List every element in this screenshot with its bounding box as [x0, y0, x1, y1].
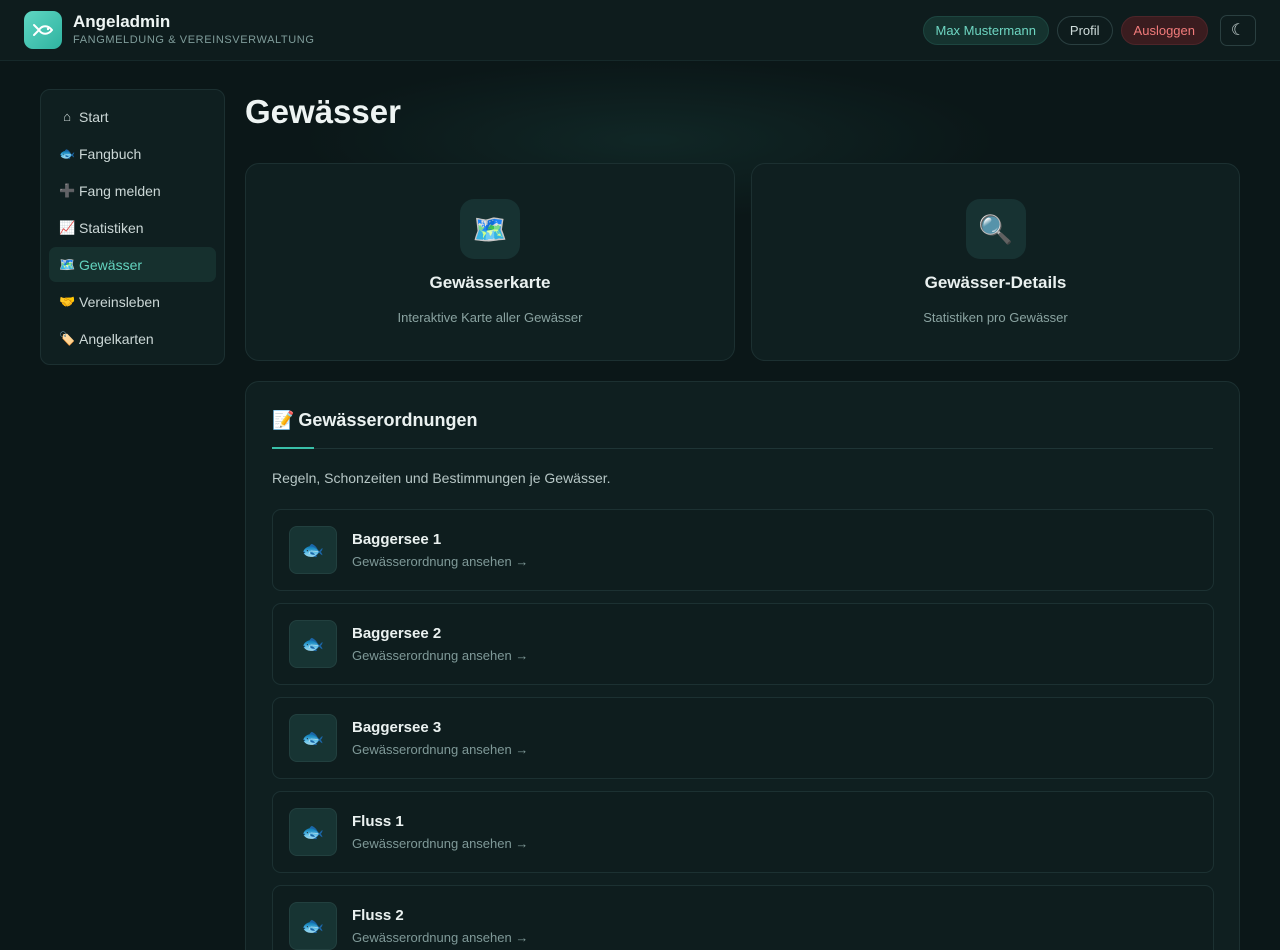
map-icon: 🗺️ [59, 256, 76, 272]
card-subtitle: Interaktive Karte aller Gewässer [397, 310, 583, 325]
list-item[interactable]: 🐟 Fluss 2 Gewässerordnung ansehen → [272, 885, 1214, 950]
water-name: Baggersee 1 [352, 531, 442, 548]
fish-icon: 🐟 [59, 145, 76, 161]
top-bar: Angeladmin FANGMELDUNG & VEREINSVERWALTU… [0, 0, 1280, 61]
fish-icon: 🐟 [289, 808, 337, 856]
sidebar-item-vereinsleben[interactable]: 🤝 Vereinsleben [49, 284, 216, 319]
fish-icon: 🐟 [289, 714, 337, 762]
fish-icon: 🐟 [289, 620, 337, 668]
section-description: Regeln, Schonzeiten und Bestimmungen je … [272, 470, 611, 486]
theme-toggle-button[interactable]: ☾ [1220, 14, 1256, 46]
water-name: Baggersee 3 [352, 719, 442, 736]
card-gewaesser-details[interactable]: 🔍 Gewässer-Details Statistiken pro Gewäs… [751, 163, 1240, 361]
brand[interactable]: Angeladmin FANGMELDUNG & VEREINSVERWALTU… [24, 11, 315, 49]
sidebar-item-statistiken[interactable]: 📈 Statistiken [49, 210, 216, 245]
water-list: 🐟 Baggersee 1 Gewässerordnung ansehen → … [272, 509, 1214, 950]
chart-icon: 📈 [59, 219, 76, 235]
fish-logo-icon [24, 11, 62, 49]
section-accent-line [272, 447, 314, 449]
sidebar-item-label: Fang melden [79, 182, 161, 199]
app-subtitle: FANGMELDUNG & VEREINSVERWALTUNG [73, 34, 315, 46]
plus-icon: ➕ [59, 182, 76, 198]
fish-icon: 🐟 [289, 526, 337, 574]
section-heading: 📝 Gewässerordnungen [272, 410, 477, 431]
card-subtitle: Statistiken pro Gewässer [923, 310, 1068, 325]
card-title: Gewässer-Details [924, 273, 1067, 292]
magnifier-icon: 🔍 [965, 199, 1026, 259]
water-rules-link[interactable]: Gewässerordnung ansehen → [352, 836, 528, 851]
sidebar: ⌂ Start 🐟 Fangbuch ➕ Fang melden 📈 Stati… [40, 89, 225, 365]
logout-button[interactable]: Ausloggen [1120, 15, 1208, 45]
rules-panel: 📝 Gewässerordnungen Regeln, Schonzeiten … [245, 381, 1240, 950]
fish-icon: 🐟 [289, 902, 337, 950]
water-rules-link[interactable]: Gewässerordnung ansehen → [352, 554, 528, 569]
sidebar-item-gewaesser[interactable]: 🗺️ Gewässer [49, 247, 216, 282]
page-title: Gewässer [245, 93, 401, 130]
water-name: Fluss 2 [352, 907, 404, 924]
sidebar-item-label: Start [79, 108, 109, 125]
sidebar-item-fang-melden[interactable]: ➕ Fang melden [49, 173, 216, 208]
home-icon: ⌂ [63, 109, 71, 124]
card-title: Gewässerkarte [429, 273, 551, 292]
sidebar-item-fangbuch[interactable]: 🐟 Fangbuch [49, 136, 216, 171]
memo-icon: 📝 [272, 410, 295, 430]
water-rules-link[interactable]: Gewässerordnung ansehen → [352, 742, 528, 757]
water-name: Fluss 1 [352, 813, 404, 830]
water-rules-link[interactable]: Gewässerordnung ansehen → [352, 648, 528, 663]
sidebar-item-angelkarten[interactable]: 🏷️ Angelkarten [49, 321, 216, 356]
handshake-icon: 🤝 [59, 293, 76, 309]
list-item[interactable]: 🐟 Baggersee 1 Gewässerordnung ansehen → [272, 509, 1214, 591]
sidebar-item-label: Statistiken [79, 219, 144, 236]
map-icon: 🗺️ [460, 199, 520, 259]
sidebar-item-label: Fangbuch [79, 145, 142, 162]
profile-button[interactable]: Profil [1056, 15, 1113, 45]
water-rules-link[interactable]: Gewässerordnung ansehen → [352, 930, 528, 945]
section-divider [272, 448, 1213, 449]
tag-icon: 🏷️ [59, 330, 76, 346]
sidebar-item-label: Angelkarten [79, 330, 154, 347]
card-gewaesserkarte[interactable]: 🗺️ Gewässerkarte Interaktive Karte aller… [245, 163, 735, 361]
water-name: Baggersee 2 [352, 625, 442, 642]
sidebar-item-label: Vereinsleben [79, 293, 160, 310]
list-item[interactable]: 🐟 Baggersee 3 Gewässerordnung ansehen → [272, 697, 1214, 779]
user-name-badge[interactable]: Max Mustermann [922, 15, 1049, 45]
list-item[interactable]: 🐟 Fluss 1 Gewässerordnung ansehen → [272, 791, 1214, 873]
sidebar-item-start[interactable]: ⌂ Start [49, 99, 216, 134]
list-item[interactable]: 🐟 Baggersee 2 Gewässerordnung ansehen → [272, 603, 1214, 685]
moon-icon: ☾ [1230, 22, 1246, 39]
app-name: Angeladmin [73, 12, 171, 31]
sidebar-item-label: Gewässer [79, 256, 143, 273]
section-title: Gewässerordnungen [298, 410, 478, 430]
